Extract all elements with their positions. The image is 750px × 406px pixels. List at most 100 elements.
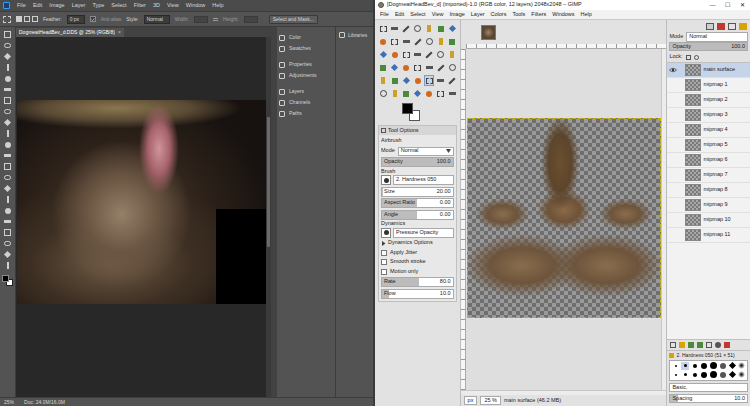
brush-swatch[interactable] — [690, 362, 698, 370]
paths-tab-icon[interactable] — [728, 23, 736, 30]
ps-tool-icon[interactable] — [3, 173, 13, 182]
width-field[interactable] — [194, 16, 208, 23]
checkbox-row[interactable]: Smooth stroke — [381, 258, 454, 266]
raise-layer-icon[interactable] — [688, 342, 694, 348]
resource-preview-icon[interactable] — [381, 228, 391, 238]
lower-layer-icon[interactable] — [697, 342, 703, 348]
layer-row[interactable]: mipmap 8 — [667, 183, 750, 198]
ps-tool-icon[interactable] — [3, 30, 13, 39]
gimp-tool-icon[interactable] — [424, 88, 434, 99]
ps-panel-tab[interactable]: Color — [279, 32, 335, 43]
layer-row[interactable]: mipmap 6 — [667, 153, 750, 168]
gimp-canvas[interactable] — [466, 49, 662, 390]
brush-swatch[interactable] — [671, 362, 679, 370]
chain-toggle[interactable] — [679, 156, 683, 164]
channels-tab-icon[interactable] — [717, 23, 725, 30]
brush-swatch[interactable] — [709, 371, 717, 379]
gimp-tool-icon[interactable] — [390, 62, 400, 73]
height-field[interactable] — [244, 16, 258, 23]
eye-icon[interactable] — [668, 81, 677, 89]
tool-option-slider[interactable]: Size20.00 — [381, 187, 454, 197]
ps-tool-icon[interactable] — [3, 162, 13, 171]
menu-item[interactable]: 3D — [153, 3, 160, 9]
chain-toggle[interactable] — [679, 216, 683, 224]
menu-item[interactable]: Image — [49, 3, 64, 9]
gimp-tool-icon[interactable] — [390, 23, 400, 34]
gimp-tool-icon[interactable] — [447, 88, 457, 99]
gimp-tool-icon[interactable] — [424, 36, 434, 47]
gimp-tool-icon[interactable] — [390, 75, 400, 86]
menu-item[interactable]: Layer — [72, 3, 86, 9]
ps-panel-tab[interactable]: Layers — [279, 86, 335, 97]
gimp-tool-icon[interactable] — [401, 62, 411, 73]
brush-swatch[interactable] — [738, 371, 746, 379]
menu-item[interactable]: Edit — [33, 3, 42, 9]
libraries-tab[interactable]: Libraries — [339, 32, 373, 38]
menu-item[interactable]: Colors — [491, 12, 507, 18]
checkbox[interactable] — [381, 259, 387, 265]
ps-tool-icon[interactable] — [3, 129, 13, 138]
menu-item[interactable]: Select — [111, 3, 126, 9]
menu-item[interactable]: Tools — [512, 12, 525, 18]
menu-item[interactable]: Filter — [134, 3, 146, 9]
ps-tool-icon[interactable] — [3, 239, 13, 248]
layer-row[interactable]: mipmap 1 — [667, 78, 750, 93]
layer-row[interactable]: mipmap 5 — [667, 138, 750, 153]
eye-icon[interactable] — [668, 216, 677, 224]
checkbox-row[interactable]: Motion only — [381, 268, 454, 276]
ps-tool-icon[interactable] — [3, 151, 13, 160]
feather-field[interactable]: 0 px — [67, 15, 85, 24]
gimp-tool-icon[interactable] — [436, 49, 446, 60]
menu-item[interactable]: View — [167, 3, 179, 9]
gimp-tool-icon[interactable] — [436, 36, 446, 47]
foreground-color-swatch[interactable] — [402, 103, 413, 114]
marquee-mode-icons[interactable] — [16, 16, 38, 22]
chain-toggle[interactable] — [679, 186, 683, 194]
menu-item[interactable]: Windows — [552, 12, 574, 18]
layer-row[interactable]: main surface — [667, 63, 750, 78]
chain-toggle[interactable] — [679, 66, 683, 74]
zoom-dropdown[interactable]: 25 % — [480, 396, 501, 406]
delete-layer-icon[interactable] — [724, 342, 730, 348]
eye-icon[interactable] — [668, 171, 677, 179]
ps-scroll-thumb[interactable] — [267, 117, 270, 247]
gimp-tool-icon[interactable] — [401, 75, 411, 86]
gimp-tool-icon[interactable] — [378, 49, 388, 60]
layer-row[interactable]: mipmap 3 — [667, 108, 750, 123]
style-dropdown[interactable]: Normal — [144, 15, 170, 24]
ps-tool-icon[interactable] — [3, 118, 13, 127]
eye-icon[interactable] — [668, 156, 677, 164]
swap-icon[interactable] — [213, 18, 218, 21]
checkbox[interactable] — [381, 269, 387, 275]
layer-row[interactable]: mipmap 10 — [667, 213, 750, 228]
gimp-tool-icon[interactable] — [378, 23, 388, 34]
chain-toggle[interactable] — [679, 111, 683, 119]
eye-icon[interactable] — [668, 141, 677, 149]
gimp-tool-icon[interactable] — [424, 49, 434, 60]
new-selection-icon[interactable] — [16, 16, 22, 22]
tool-option-slider[interactable]: Aspect Ratio0.00 — [381, 198, 454, 208]
antialias-checkbox[interactable] — [90, 16, 96, 22]
window-button[interactable]: ✕ — [735, 0, 750, 10]
menu-item[interactable]: Layer — [471, 12, 485, 18]
gimp-tool-icon[interactable] — [436, 88, 446, 99]
gimp-tool-icon[interactable] — [413, 88, 423, 99]
gimp-tool-icon[interactable] — [436, 75, 446, 86]
gimp-tool-icon[interactable] — [424, 75, 434, 86]
unit-dropdown[interactable]: px — [464, 396, 478, 406]
gimp-tool-icon[interactable] — [378, 88, 388, 99]
menu-item[interactable]: Image — [449, 12, 464, 18]
gimp-tool-icon[interactable] — [413, 36, 423, 47]
menu-item[interactable]: File — [380, 12, 389, 18]
ps-tool-icon[interactable] — [3, 140, 13, 149]
brush-swatch[interactable] — [671, 371, 679, 379]
lock-pixels-icon[interactable] — [686, 55, 691, 60]
gimp-tool-icon[interactable] — [401, 49, 411, 60]
ps-tool-icon[interactable] — [3, 261, 13, 270]
brush-swatch[interactable] — [700, 371, 708, 379]
chain-toggle[interactable] — [679, 171, 683, 179]
gimp-tool-icon[interactable] — [401, 88, 411, 99]
layer-row[interactable]: mipmap 4 — [667, 123, 750, 138]
ps-logo-icon[interactable] — [3, 2, 10, 9]
subtract-selection-icon[interactable] — [32, 16, 38, 22]
